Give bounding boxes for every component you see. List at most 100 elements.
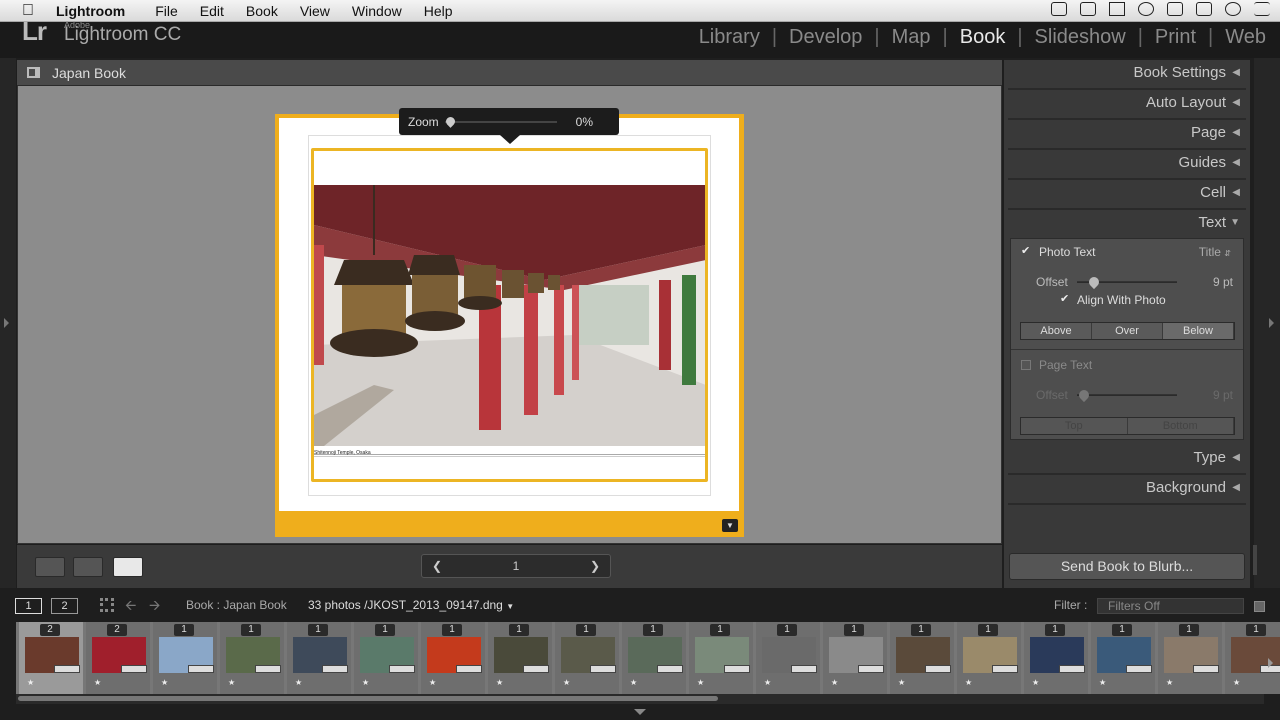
filmstrip-source[interactable]: Book : Japan Book (186, 598, 287, 612)
module-print[interactable]: Print (1153, 26, 1198, 49)
position-above-button[interactable]: Above (1021, 323, 1092, 339)
bottom-panel-toggle-icon[interactable] (634, 709, 646, 715)
module-map[interactable]: Map (890, 26, 933, 49)
filmstrip-thumbnail[interactable]: 1 ★ (621, 622, 687, 694)
filmstrip-thumbnail[interactable]: 1 ★ (420, 622, 486, 694)
filmstrip-thumbnail[interactable]: 1 ★ (889, 622, 955, 694)
spread-view-button[interactable] (73, 557, 103, 577)
filter-dropdown[interactable]: Filters Off (1097, 598, 1244, 614)
module-slideshow[interactable]: Slideshow (1033, 26, 1128, 49)
collapse-triangle-icon[interactable]: ◀ (1232, 120, 1240, 146)
second-screen-button[interactable]: 2 (51, 598, 78, 614)
search-icon[interactable] (1225, 2, 1241, 16)
star-icon: ★ (1032, 678, 1040, 687)
filmstrip-thumbnail[interactable]: 1 ★ (353, 622, 419, 694)
page-position-top-button[interactable]: Top (1021, 418, 1128, 434)
collapse-triangle-icon[interactable]: ◀ (1232, 60, 1240, 86)
collapse-triangle-icon[interactable]: ◀ (1232, 445, 1240, 471)
page-position-bottom-button[interactable]: Bottom (1127, 418, 1234, 434)
section-cell[interactable]: Cell ◀ (1008, 180, 1246, 210)
collapse-triangle-icon[interactable]: ◀ (1232, 150, 1240, 176)
section-page[interactable]: Page ◀ (1008, 120, 1246, 150)
position-over-button[interactable]: Over (1092, 323, 1163, 339)
zoom-slider-track[interactable] (445, 121, 557, 123)
collapse-triangle-icon[interactable]: ◀ (1232, 475, 1240, 501)
camera-icon[interactable] (1051, 2, 1067, 16)
offset-slider-handle[interactable] (1086, 274, 1102, 290)
main-screen-button[interactable]: 1 (15, 598, 42, 614)
back-arrow-icon[interactable]: 🡨 (125, 595, 136, 619)
filmstrip-thumbnail[interactable]: 1 ★ (688, 622, 754, 694)
zoom-slider-handle[interactable] (444, 115, 457, 128)
usage-count-badge: 1 (777, 624, 797, 636)
filmstrip-thumbnail[interactable]: 2 ★ (18, 622, 84, 694)
menu-book[interactable]: Book (246, 3, 288, 19)
filmstrip-thumbnail[interactable]: 1 ★ (554, 622, 620, 694)
section-type[interactable]: Type ◀ (1008, 445, 1246, 475)
section-label: Book Settings (1133, 64, 1226, 81)
page-text-checkbox[interactable] (1021, 360, 1031, 370)
section-auto-layout[interactable]: Auto Layout ◀ (1008, 90, 1246, 120)
send-book-to-blurb-button[interactable]: Send Book to Blurb... (1009, 553, 1245, 580)
filmstrip-thumbnail[interactable]: 1 ★ (487, 622, 553, 694)
photo-count-path[interactable]: 33 photos /JKOST_2013_09147.dng ▼ (308, 598, 514, 612)
display-icon[interactable] (1080, 2, 1096, 16)
menu-help[interactable]: Help (424, 3, 463, 19)
section-guides[interactable]: Guides ◀ (1008, 150, 1246, 180)
filmstrip-thumbnail[interactable]: 1 ★ (286, 622, 352, 694)
menu-view[interactable]: View (300, 3, 340, 19)
shield-icon[interactable] (1196, 2, 1212, 16)
module-book[interactable]: Book (958, 26, 1008, 49)
filmstrip-thumbnail[interactable]: 1 ★ (1157, 622, 1223, 694)
filmstrip-thumbnail[interactable]: 1 ★ (152, 622, 218, 694)
single-page-view-button[interactable] (113, 557, 143, 577)
menu-window[interactable]: Window (352, 3, 412, 19)
home-icon[interactable] (1109, 2, 1125, 16)
star-icon: ★ (228, 678, 236, 687)
filmstrip-thumbnail[interactable]: 1 ★ (219, 622, 285, 694)
filmstrip-thumbnail[interactable]: 2 ★ (85, 622, 151, 694)
page-menu-button[interactable]: ▼ (722, 519, 738, 532)
left-panel-expand-icon[interactable] (4, 318, 9, 328)
collapse-triangle-icon[interactable]: ◀ (1232, 180, 1240, 206)
multi-page-view-button[interactable] (35, 557, 65, 577)
usage-count-badge: 1 (710, 624, 730, 636)
creative-cloud-icon[interactable] (1138, 2, 1154, 16)
filmstrip-scroll-right-icon[interactable] (1268, 658, 1273, 668)
grid-view-icon[interactable] (100, 598, 114, 612)
filter-lock-icon[interactable] (1254, 601, 1265, 612)
photo-text-checkbox[interactable]: ✔ (1021, 246, 1031, 257)
filmstrip-thumbnail[interactable]: 1 ★ (755, 622, 821, 694)
module-develop[interactable]: Develop (787, 26, 864, 49)
filmstrip-thumbnail[interactable]: 1 ★ (956, 622, 1022, 694)
offset-value[interactable]: 9 pt (1213, 275, 1233, 289)
filmstrip-thumbnail[interactable]: 1 ★ (822, 622, 888, 694)
book-icon (27, 67, 40, 78)
next-page-icon[interactable]: ❯ (590, 559, 600, 573)
section-text[interactable]: Text ▼ (1008, 210, 1246, 240)
page-offset-slider-handle[interactable] (1076, 387, 1092, 403)
filmstrip-thumbnail[interactable]: 1 ★ (1090, 622, 1156, 694)
position-below-button[interactable]: Below (1163, 323, 1234, 339)
filmstrip-scroll-thumb[interactable] (18, 696, 718, 701)
list-icon[interactable] (1254, 2, 1270, 16)
module-library[interactable]: Library (697, 26, 762, 49)
menu-edit[interactable]: Edit (200, 3, 234, 19)
filmstrip-thumbnail[interactable]: 1 ★ (1023, 622, 1089, 694)
collapse-triangle-icon[interactable]: ◀ (1232, 90, 1240, 116)
right-panel-collapse-icon[interactable] (1269, 318, 1274, 328)
section-book-settings[interactable]: Book Settings ◀ (1008, 60, 1246, 90)
expand-triangle-icon[interactable]: ▼ (1230, 210, 1240, 236)
photo-text-mode-select[interactable]: Title ⇵ (1199, 245, 1231, 259)
menu-app[interactable]: Lightroom (56, 3, 135, 19)
menu-file[interactable]: File (155, 3, 188, 19)
align-with-photo-checkbox[interactable]: ✔ (1060, 294, 1070, 305)
cell-selection-border[interactable] (311, 148, 708, 482)
module-web[interactable]: Web (1223, 26, 1268, 49)
section-background[interactable]: Background ◀ (1008, 475, 1246, 505)
right-panel-scrollbar[interactable] (1253, 545, 1257, 575)
prev-page-icon[interactable]: ❮ (432, 559, 442, 573)
forward-arrow-icon[interactable]: 🡪 (149, 595, 160, 619)
page-offset-slider[interactable] (1077, 394, 1177, 396)
evernote-icon[interactable] (1167, 2, 1183, 16)
